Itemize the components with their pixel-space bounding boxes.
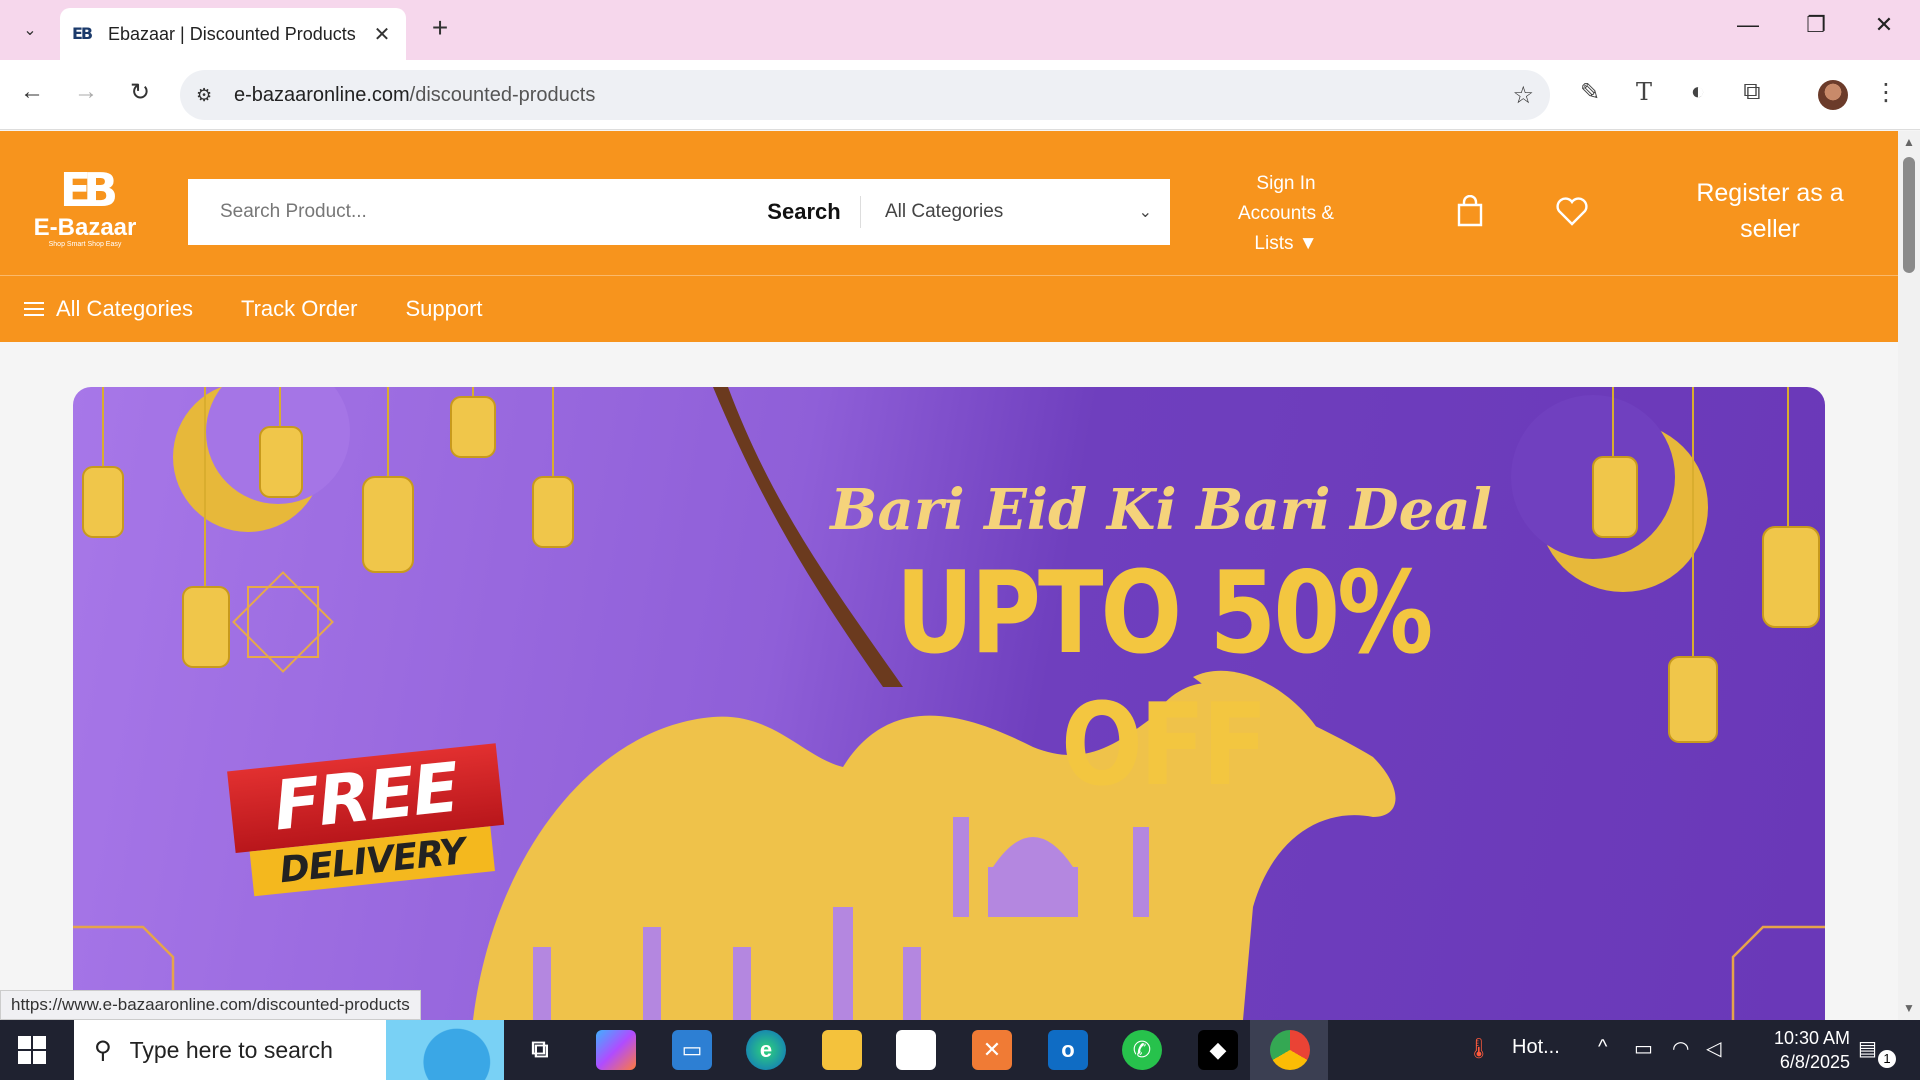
tray-chevron-up-icon[interactable]: ^ <box>1598 1036 1607 1059</box>
eyedropper-extension-icon[interactable]: ✎ <box>1572 78 1608 107</box>
close-window-icon[interactable]: ✕ <box>1864 12 1904 38</box>
nav-all-categories[interactable]: All Categories <box>24 296 193 322</box>
register-seller-link[interactable]: Register as a seller <box>1680 175 1860 247</box>
edge-browser-icon[interactable]: e <box>746 1030 786 1070</box>
bookmark-star-icon[interactable]: ☆ <box>1512 81 1534 110</box>
taskbar-search-text: Type here to search <box>129 1036 333 1063</box>
search-bar: Search All Categories ⌄ <box>188 179 1170 245</box>
address-bar[interactable]: ⚙ e-bazaaronline.com/discounted-products… <box>180 70 1550 120</box>
ebazaar-logo[interactable]: EB E-Bazaar Shop Smart Shop Easy <box>20 165 150 257</box>
site-header: EB E-Bazaar Shop Smart Shop Easy Search … <box>0 131 1898 342</box>
back-arrow-icon[interactable]: ← <box>14 78 50 106</box>
file-explorer-icon[interactable] <box>822 1030 862 1070</box>
browser-toolbar: ← → ↻ ⚙ e-bazaaronline.com/discounted-pr… <box>0 60 1920 130</box>
banner-title: Bari Eid Ki Bari Deal <box>830 477 1492 543</box>
taskbar-clock[interactable]: 10:30 AM 6/8/2025 <box>1750 1026 1850 1074</box>
site-info-icon[interactable]: ⚙ <box>196 85 226 106</box>
shopping-bag-icon[interactable] <box>1448 194 1492 236</box>
search-button[interactable]: Search <box>748 199 860 225</box>
whatsapp-icon[interactable]: ✆ <box>1122 1030 1162 1070</box>
new-tab-plus-icon[interactable]: + <box>424 12 456 44</box>
battery-icon[interactable]: ▭ <box>1634 1036 1653 1061</box>
search-highlight-illustration <box>386 1020 504 1080</box>
site-favicon-icon: EB <box>72 24 93 43</box>
windows-start-icon[interactable] <box>18 1036 46 1064</box>
page-scrollbar[interactable]: ▲ ▼ <box>1898 131 1920 1020</box>
scroll-up-arrow-icon[interactable]: ▲ <box>1903 135 1915 149</box>
clock-date: 6/8/2025 <box>1779 1052 1850 1072</box>
text-extension-icon[interactable]: T <box>1626 78 1662 106</box>
wifi-icon[interactable]: ◠ <box>1672 1036 1689 1061</box>
volume-icon[interactable]: ◁ <box>1706 1036 1721 1061</box>
outlook-icon[interactable]: o <box>1048 1030 1088 1070</box>
chevron-down-icon: ⌄ <box>1138 204 1152 221</box>
notifications-icon[interactable]: ▤ <box>1858 1036 1877 1061</box>
reload-icon[interactable]: ↻ <box>122 78 158 107</box>
profile-avatar[interactable] <box>1818 80 1848 110</box>
banner-headline: UPTO 50% OFF <box>895 546 1434 812</box>
minimize-window-icon[interactable]: — <box>1728 12 1768 38</box>
browser-tabstrip: ⌄ EB Ebazaar | Discounted Products ✕ + —… <box>0 0 1920 60</box>
search-input[interactable] <box>188 179 748 245</box>
eid-deal-banner[interactable]: Bari Eid Ki Bari Deal UPTO 50% OFF FREE … <box>73 387 1825 1020</box>
taskbar-search-box[interactable]: ⚲ Type here to search <box>74 1020 504 1080</box>
scrollbar-thumb[interactable] <box>1903 157 1915 273</box>
category-nav: All Categories Track Order Support <box>0 276 1898 342</box>
hamburger-menu-icon <box>24 298 44 320</box>
notification-count-badge: 1 <box>1878 1050 1896 1068</box>
extensions-puzzle-icon[interactable]: ⧉ <box>1734 78 1770 106</box>
forward-arrow-icon[interactable]: → <box>68 78 104 106</box>
nav-track-order[interactable]: Track Order <box>241 296 358 322</box>
windows-taskbar: ⚲ Type here to search ⧉ ▭ e ✕ o ✆ ◆ 🌡 Ho… <box>0 1020 1920 1080</box>
laptop-app-icon[interactable]: ▭ <box>672 1030 712 1070</box>
ai-extension-icon[interactable]: ◐ <box>1680 78 1716 106</box>
category-select[interactable]: All Categories ⌄ <box>861 201 1170 223</box>
xampp-icon[interactable]: ✕ <box>972 1030 1012 1070</box>
restore-window-icon[interactable]: ❐ <box>1796 12 1836 38</box>
tab-title: Ebazaar | Discounted Products <box>108 23 356 44</box>
browser-menu-icon[interactable]: ⋮ <box>1868 78 1904 107</box>
signin-accounts-menu[interactable]: Sign In Accounts & Lists ▼ <box>1218 169 1354 259</box>
search-icon: ⚲ <box>94 1036 112 1064</box>
task-view-icon[interactable]: ⧉ <box>520 1030 560 1070</box>
weather-text[interactable]: Hot... <box>1512 1036 1560 1059</box>
wishlist-heart-icon[interactable] <box>1550 195 1594 235</box>
microsoft-store-icon[interactable] <box>896 1030 936 1070</box>
chrome-icon[interactable] <box>1270 1030 1310 1070</box>
tab-search-chevron-icon[interactable]: ⌄ <box>12 14 48 46</box>
category-select-label: All Categories <box>885 201 1004 222</box>
browser-tab-active[interactable]: EB Ebazaar | Discounted Products ✕ <box>60 8 406 60</box>
weather-thermometer-icon[interactable]: 🌡 <box>1466 1036 1491 1061</box>
scroll-down-arrow-icon[interactable]: ▼ <box>1903 1001 1915 1015</box>
nav-support[interactable]: Support <box>405 296 482 322</box>
copilot-icon[interactable] <box>596 1030 636 1070</box>
tab-close-icon[interactable]: ✕ <box>370 22 394 47</box>
clock-time: 10:30 AM <box>1773 1028 1850 1048</box>
capcut-icon[interactable]: ◆ <box>1198 1030 1238 1070</box>
link-status-bar: https://www.e-bazaaronline.com/discounte… <box>0 990 421 1020</box>
address-url[interactable]: e-bazaaronline.com/discounted-products <box>234 84 1512 107</box>
